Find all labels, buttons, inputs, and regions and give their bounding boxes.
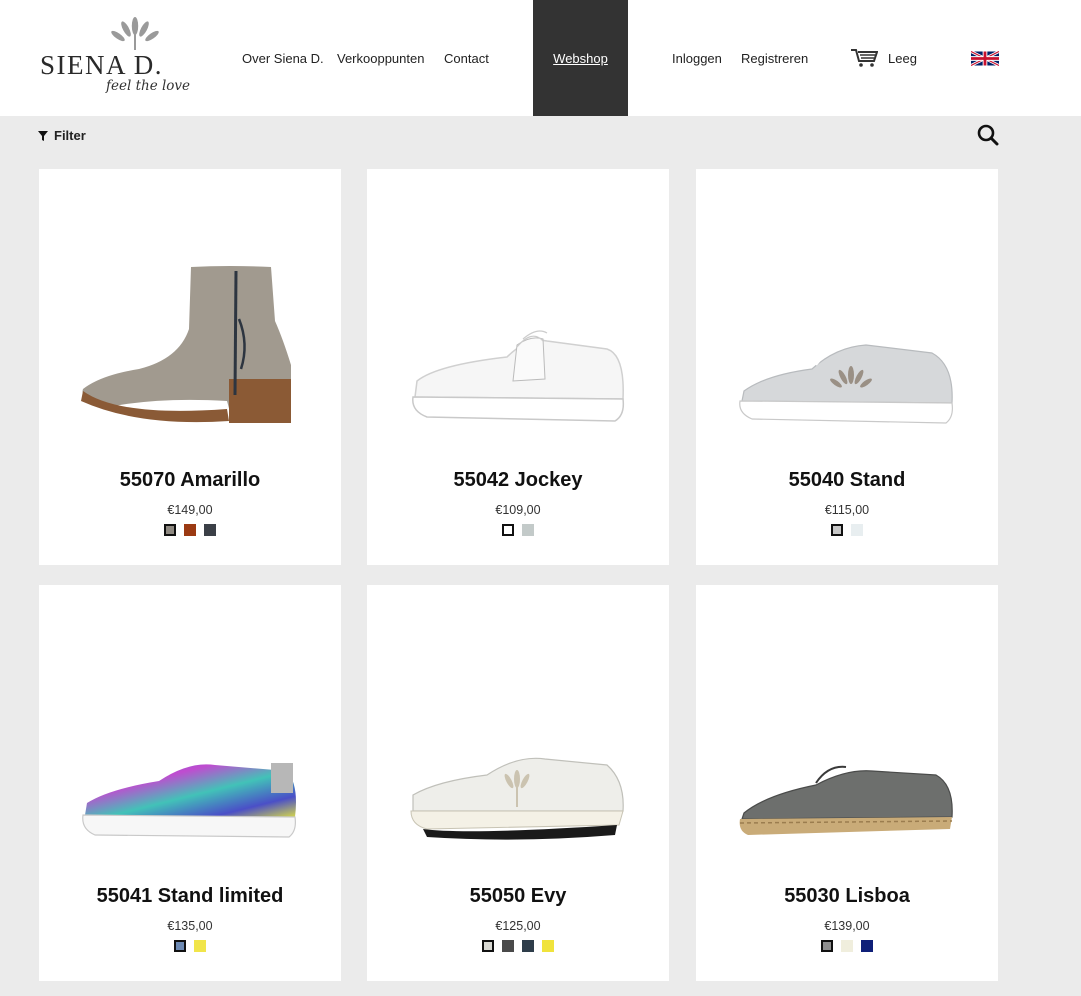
logo-wordmark: SIENA D.: [40, 50, 164, 80]
product-card[interactable]: 55070 Amarillo €149,00: [39, 169, 341, 565]
product-card[interactable]: 55030 Lisboa €139,00: [696, 585, 998, 981]
color-swatch[interactable]: [204, 524, 216, 536]
language-uk-flag-icon[interactable]: [970, 50, 1000, 71]
product-image-white-runner: [410, 749, 624, 840]
nav-register[interactable]: Registreren: [741, 0, 808, 116]
product-image-white-kiltie-sneaker: [412, 330, 625, 422]
filter-bar: Filter: [0, 116, 1081, 154]
color-swatch[interactable]: [502, 940, 514, 952]
color-swatches: [696, 940, 998, 952]
product-price: €115,00: [824, 503, 870, 517]
color-swatch[interactable]: [184, 524, 196, 536]
product-image-ankle-boot: [81, 266, 291, 423]
filter-label: Filter: [54, 128, 86, 143]
cart-button[interactable]: Leeg: [850, 0, 917, 116]
color-swatch[interactable]: [502, 524, 514, 536]
color-swatches: [367, 524, 669, 536]
color-swatch[interactable]: [861, 940, 873, 952]
product-price: €125,00: [495, 919, 541, 933]
product-image-grey-espadrille-brogue: [739, 765, 953, 835]
logo-tagline: feel the love: [106, 78, 191, 94]
color-swatches: [696, 524, 998, 536]
color-swatch[interactable]: [542, 940, 554, 952]
color-swatch[interactable]: [821, 940, 833, 952]
product-name[interactable]: 55050 Evy: [367, 885, 669, 908]
cart-icon: [851, 49, 878, 67]
color-swatch[interactable]: [831, 524, 843, 536]
product-name[interactable]: 55070 Amarillo: [39, 469, 341, 492]
product-name[interactable]: 55030 Lisboa: [696, 885, 998, 908]
product-card[interactable]: 55040 Stand €115,00: [696, 169, 998, 565]
search-icon: [977, 124, 999, 146]
product-image-silver-sneaker: [739, 337, 953, 424]
nav-login[interactable]: Inloggen: [672, 0, 722, 116]
color-swatch[interactable]: [164, 524, 176, 536]
color-swatch[interactable]: [841, 940, 853, 952]
product-price: €139,00: [824, 919, 870, 933]
flower-logo-icon: [111, 17, 159, 50]
site-header: SIENA D. feel the love Over Siena D. Ver…: [0, 0, 1081, 116]
product-name[interactable]: 55042 Jockey: [367, 469, 669, 492]
nav-webshop[interactable]: Webshop: [533, 0, 628, 116]
cart-status: Leeg: [888, 50, 917, 66]
product-image-multicolor-sneaker: [82, 744, 296, 838]
color-swatch[interactable]: [194, 940, 206, 952]
color-swatch[interactable]: [522, 940, 534, 952]
product-card[interactable]: 55050 Evy €125,00: [367, 585, 669, 981]
color-swatches: [39, 940, 341, 952]
color-swatch[interactable]: [174, 940, 186, 952]
product-price: €149,00: [167, 503, 213, 517]
color-swatches: [39, 524, 341, 536]
product-name[interactable]: 55040 Stand: [696, 469, 998, 492]
filter-button[interactable]: Filter: [38, 128, 86, 143]
nav-stores[interactable]: Verkooppunten: [337, 0, 424, 116]
product-name[interactable]: 55041 Stand limited: [39, 885, 341, 908]
site-logo[interactable]: SIENA D. feel the love: [38, 16, 191, 100]
funnel-icon: [38, 130, 48, 141]
nav-about[interactable]: Over Siena D.: [242, 0, 324, 116]
product-card[interactable]: 55042 Jockey €109,00: [367, 169, 669, 565]
color-swatch[interactable]: [851, 524, 863, 536]
product-price: €135,00: [167, 919, 213, 933]
color-swatch[interactable]: [522, 524, 534, 536]
search-button[interactable]: [977, 124, 999, 151]
product-price: €109,00: [495, 503, 541, 517]
nav-contact[interactable]: Contact: [444, 0, 489, 116]
color-swatches: [367, 940, 669, 952]
product-card[interactable]: 55041 Stand limited €135,00: [39, 585, 341, 981]
color-swatch[interactable]: [482, 940, 494, 952]
